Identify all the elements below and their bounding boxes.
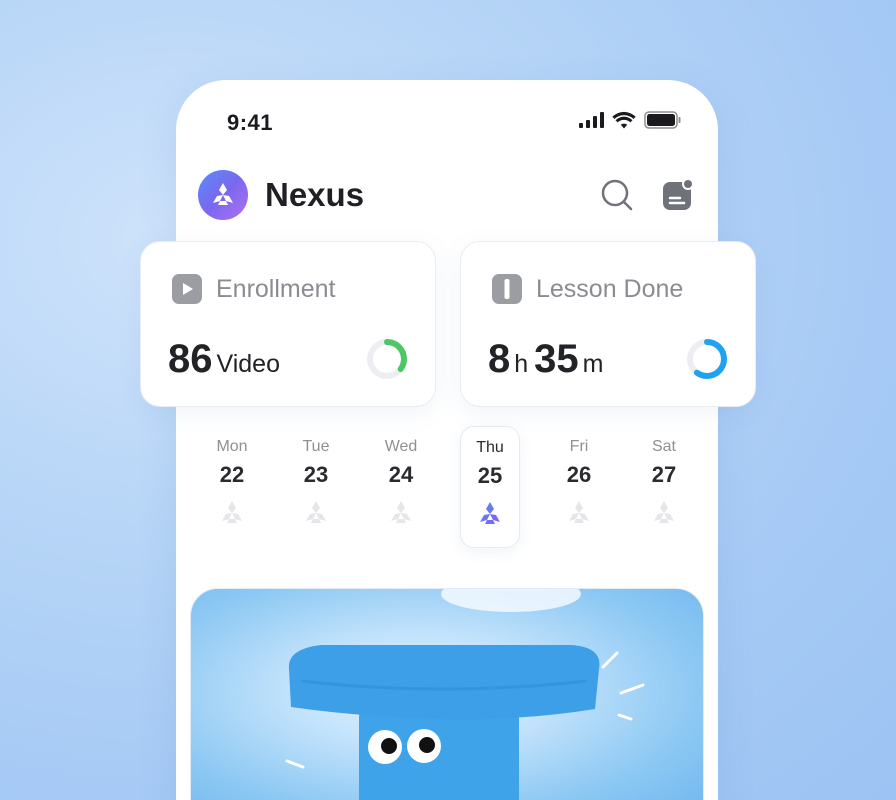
day-tue[interactable]: Tue 23 [286,426,346,548]
day-name: Fri [569,438,589,455]
nexus-day-icon [222,501,242,523]
lesson-hours-unit: h [514,350,529,378]
day-number: 23 [303,462,329,487]
lesson-label: Lesson Done [536,274,684,303]
day-number: 22 [219,462,245,487]
day-number: 25 [477,463,503,488]
nexus-day-icon-active [480,502,500,524]
day-fri[interactable]: Fri 26 [549,426,609,548]
day-wed[interactable]: Wed 24 [371,426,431,548]
nexus-day-icon [569,501,589,523]
video-play-icon [172,274,202,304]
nexus-day-icon [654,501,674,523]
day-number: 27 [651,462,677,487]
day-name: Mon [216,438,248,455]
week-strip: Mon 22 Tue 23 Wed 24 Thu 25 Fri 26 Sat 2… [190,426,706,548]
wifi-icon [612,111,636,129]
enrollment-card[interactable]: Enrollment 86 Video [140,241,436,407]
day-thu-selected[interactable]: Thu 25 [460,426,520,548]
status-time: 9:41 [227,110,274,135]
signal-icon [579,112,604,128]
battery-icon [644,111,681,129]
day-name: Wed [384,438,418,455]
nexus-day-icon [391,501,411,523]
header-actions [600,178,694,212]
nexus-logo-icon [213,183,233,205]
status-icons [579,111,682,129]
app-title: Nexus [265,176,365,213]
day-name: Tue [302,438,330,455]
day-number: 26 [566,462,592,487]
enrollment-header: Enrollment [171,273,336,305]
lesson-hours: 8 [488,337,511,381]
search-icon[interactable] [600,178,634,212]
notes-icon[interactable] [662,178,694,212]
day-number: 24 [388,462,414,487]
day-sat[interactable]: Sat 27 [634,426,694,548]
app-logo [198,170,248,220]
lesson-progress-ring [687,339,727,379]
enrollment-label: Enrollment [216,274,336,303]
book-icon [492,274,522,304]
enrollment-progress-ring [367,339,407,379]
mascot-illustration [285,589,645,800]
nexus-day-icon [306,501,326,523]
enrollment-count: 86 [168,337,213,381]
day-name: Thu [476,439,504,456]
day-mon[interactable]: Mon 22 [202,426,262,548]
lesson-header: Lesson Done [491,273,683,305]
day-name: Sat [651,438,676,455]
hero-course-image[interactable] [190,588,704,800]
enrollment-unit: Video [216,350,281,378]
app-header: Nexus [198,169,694,221]
lesson-done-card[interactable]: Lesson Done 8 h 35 m [460,241,756,407]
lesson-minutes: 35 [534,337,579,381]
lesson-minutes-unit: m [582,350,604,378]
lesson-value: 8 h 35 m [488,337,609,382]
enrollment-value: 86 Video [168,337,286,382]
